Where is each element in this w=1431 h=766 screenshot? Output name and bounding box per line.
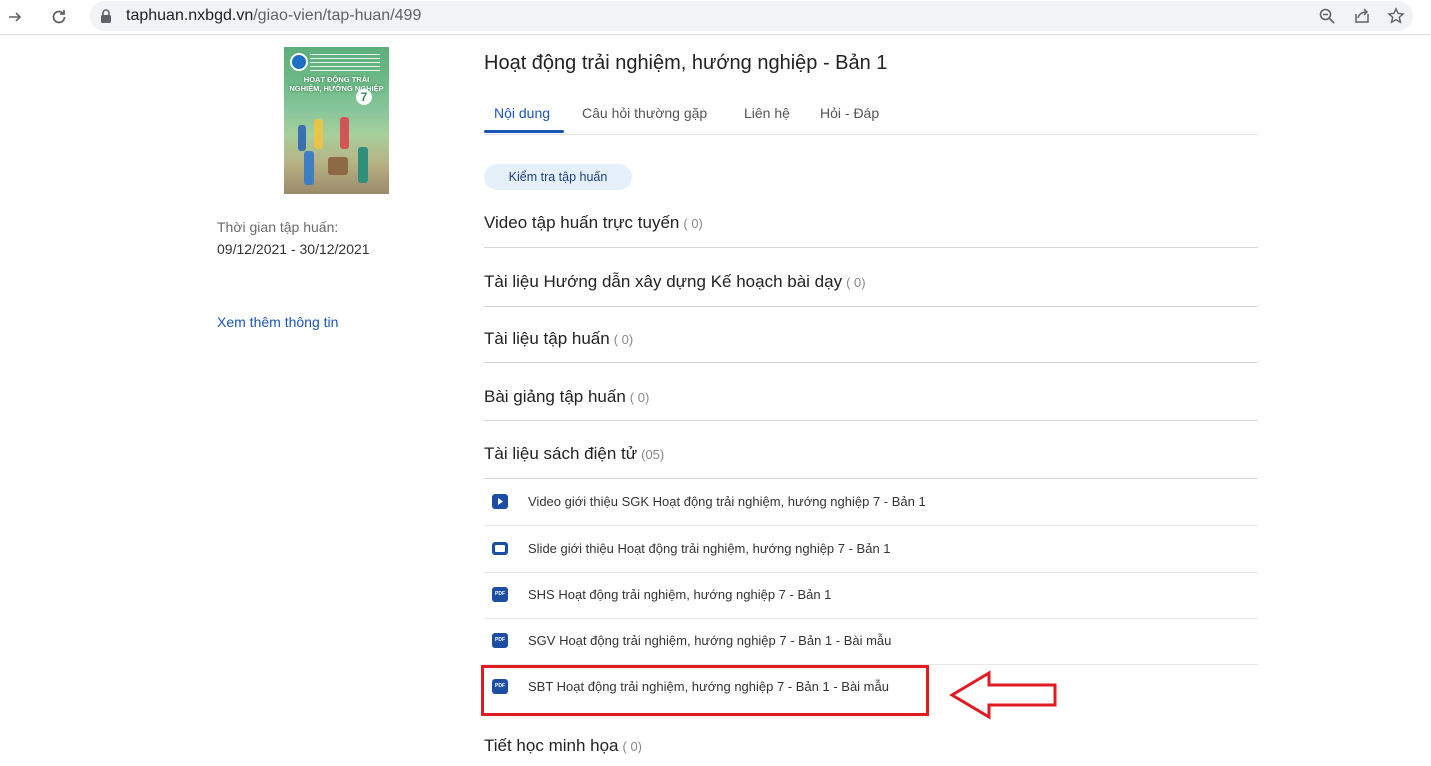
tab-noi-dung[interactable]: Nội dung [494, 105, 550, 121]
section-count: ( 0) [846, 275, 866, 290]
tab-qa[interactable]: Hỏi - Đáp [820, 105, 879, 121]
section-lesson-plan-guide[interactable]: Tài liệu Hướng dẫn xây dựng Kế hoạch bài… [484, 272, 1258, 307]
page-title: Hoạt động trải nghiệm, hướng nghiệp - Bả… [484, 52, 888, 74]
browser-toolbar: taphuan.nxbgd.vn/giao-vien/tap-huan/499 [0, 0, 1431, 35]
video-play-icon [492, 494, 508, 509]
section-training-lectures[interactable]: Bài giảng tập huấn( 0) [484, 387, 1258, 421]
book-cover-image: HOẠT ĐỘNG TRẢI NGHIỆM, HƯỚNG NGHIỆP 7 [284, 47, 389, 194]
training-time-label: Thời gian tập huấn: [217, 219, 339, 235]
check-training-button[interactable]: Kiểm tra tập huấn [484, 164, 632, 190]
more-info-link[interactable]: Xem thêm thông tin [217, 314, 338, 330]
tab-faq[interactable]: Câu hỏi thường gặp [582, 105, 707, 121]
annotation-highlight-box [481, 665, 929, 716]
url-domain: taphuan.nxbgd.vn [126, 7, 254, 24]
section-count: ( 0) [629, 390, 650, 405]
file-row-slide[interactable]: Slide giới thiệu Hoạt động trải nghiệm, … [484, 526, 1258, 573]
url-path: /giao-vien/tap-huan/499 [253, 7, 422, 24]
section-count: (05) [641, 447, 665, 462]
url-text: taphuan.nxbgd.vn/giao-vien/tap-huan/499 [126, 7, 421, 25]
slide-icon [492, 542, 508, 555]
reload-icon[interactable] [48, 6, 70, 28]
section-count: ( 0) [622, 739, 643, 754]
training-time-value: 09/12/2021 - 30/12/2021 [217, 241, 370, 257]
section-title: Tài liệu sách điện tử [484, 444, 638, 463]
section-title: Tài liệu tập huấn [484, 329, 610, 348]
section-demo-lessons[interactable]: Tiết học minh họa( 0) [484, 736, 1258, 766]
publisher-logo [290, 53, 308, 71]
section-count: ( 0) [613, 332, 634, 347]
address-bar[interactable]: taphuan.nxbgd.vn/giao-vien/tap-huan/499 [90, 1, 1413, 31]
pdf-icon: PDF [492, 633, 508, 648]
cover-grade: 7 [356, 89, 372, 105]
lock-icon [101, 9, 111, 23]
share-icon[interactable] [1352, 6, 1372, 26]
section-title: Tiết học minh họa [484, 736, 619, 755]
file-row-shs[interactable]: PDF SHS Hoạt động trải nghiệm, hướng ngh… [484, 572, 1258, 619]
section-online-video[interactable]: Video tập huấn trực tuyến( 0) [484, 213, 1258, 248]
zoom-icon[interactable] [1317, 6, 1337, 26]
pdf-icon: PDF [492, 587, 508, 602]
tab-contact[interactable]: Liên hệ [744, 105, 790, 121]
section-title: Bài giảng tập huấn [484, 387, 626, 406]
section-ebook-docs[interactable]: Tài liệu sách điện tử (05) [484, 444, 1258, 479]
section-count: ( 0) [683, 216, 703, 231]
content-tabs: Nội dung Câu hỏi thường gặp Liên hệ Hỏi … [484, 100, 1258, 135]
file-label: Video giới thiệu SGK Hoạt động trải nghi… [528, 494, 926, 509]
section-training-docs[interactable]: Tài liệu tập huấn( 0) [484, 329, 1258, 363]
section-title: Video tập huấn trực tuyến [484, 213, 680, 232]
forward-icon[interactable] [4, 6, 26, 28]
annotation-arrow-icon [949, 670, 1057, 720]
cover-title: HOẠT ĐỘNG TRẢI NGHIỆM, HƯỚNG NGHIỆP [289, 75, 384, 93]
section-title: Tài liệu Hướng dẫn xây dựng Kế hoạch bài… [484, 272, 843, 291]
bookmark-star-icon[interactable] [1386, 6, 1406, 26]
active-tab-indicator [484, 130, 564, 133]
file-label: SHS Hoạt động trải nghiệm, hướng nghiệp … [528, 587, 832, 602]
file-row-sgv[interactable]: PDF SGV Hoạt động trải nghiệm, hướng ngh… [484, 618, 1258, 665]
file-row-video[interactable]: Video giới thiệu SGK Hoạt động trải nghi… [484, 479, 1258, 526]
file-label: Slide giới thiệu Hoạt động trải nghiệm, … [528, 541, 891, 556]
file-label: SGV Hoạt động trải nghiệm, hướng nghiệp … [528, 633, 892, 648]
